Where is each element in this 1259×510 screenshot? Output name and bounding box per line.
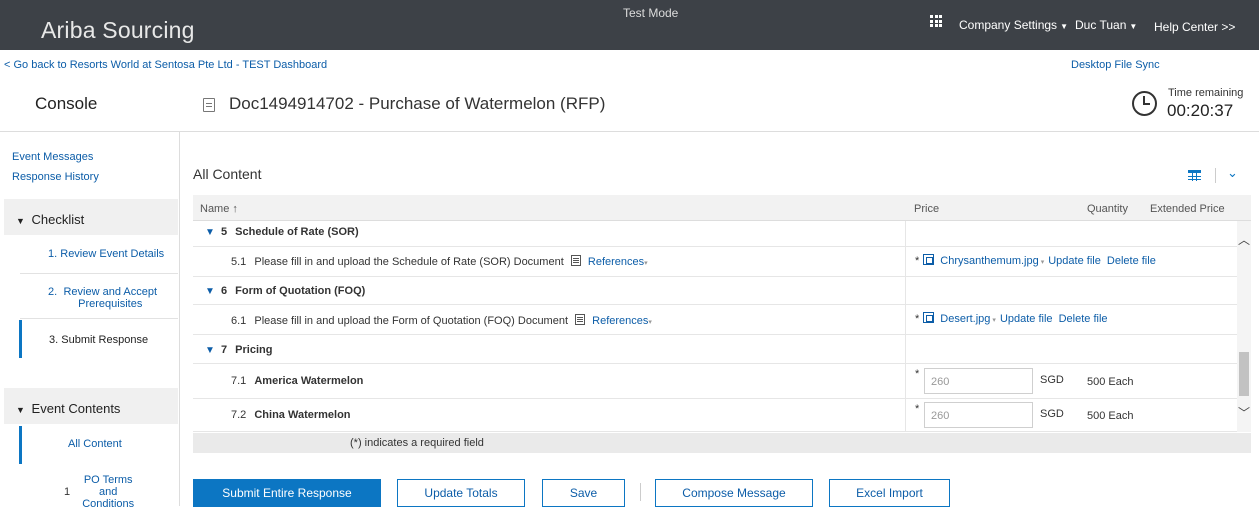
- currency-label: SGD: [1040, 374, 1064, 386]
- checklist-section-toggle[interactable]: ▼ Checklist: [4, 199, 178, 235]
- clock-icon: [1132, 91, 1157, 116]
- price-input[interactable]: 260: [924, 402, 1033, 428]
- top-bar: Ariba Sourcing Test Mode Company Setting…: [0, 0, 1259, 50]
- triangle-down-icon: ▼: [205, 286, 215, 297]
- section-title: All Content: [193, 166, 262, 182]
- update-totals-button[interactable]: Update Totals: [397, 479, 525, 507]
- help-center-link[interactable]: Help Center >>: [1154, 20, 1235, 34]
- required-marker: *: [915, 403, 920, 415]
- table-row: ▼ 7 Pricing: [193, 335, 1237, 364]
- required-field-note: (*) indicates a required field: [350, 437, 484, 449]
- divider: [640, 483, 641, 501]
- divider: [1215, 168, 1216, 183]
- table-row: 6.1 Please fill in and upload the Form o…: [193, 305, 1237, 335]
- chevron-down-icon: ▾: [644, 260, 648, 267]
- table-options-icon[interactable]: [1188, 170, 1201, 181]
- event-contents-section-toggle[interactable]: ▼ Event Contents: [4, 388, 178, 424]
- user-menu[interactable]: Duc Tuan ▼: [1075, 18, 1137, 32]
- attachment-cell: * Chrysanthemum.jpg ▾ Update file Delete fi…: [915, 254, 1156, 267]
- chevron-down-icon: ▾: [1040, 259, 1045, 266]
- triangle-down-icon: ▼: [205, 227, 215, 238]
- event-messages-link[interactable]: Event Messages: [12, 151, 93, 163]
- currency-label: SGD: [1040, 408, 1064, 420]
- time-remaining-label: Time remaining: [1168, 87, 1244, 99]
- column-header-extended-price[interactable]: Extended Price: [1150, 203, 1225, 215]
- attachment-icon: [923, 312, 935, 323]
- event-item-po-terms[interactable]: 1 PO Terms and Conditions: [20, 474, 178, 510]
- double-chevron-down-icon[interactable]: ⌄: [1227, 165, 1238, 181]
- header-divider: [0, 131, 1259, 132]
- required-marker: *: [915, 255, 920, 267]
- save-button[interactable]: Save: [542, 479, 625, 507]
- required-marker: *: [915, 368, 920, 380]
- table-row: 7.1 America Watermelon * 260 SGD 500 Eac…: [193, 364, 1237, 399]
- desktop-file-sync-link[interactable]: Desktop File Sync: [1071, 59, 1160, 71]
- attachment-cell: * Desert.jpg ▾ Update file Delete file: [915, 312, 1108, 325]
- chevron-down-icon: ▼: [1129, 22, 1138, 31]
- submit-entire-response-button[interactable]: Submit Entire Response: [193, 479, 381, 507]
- row-label: 6.1 Please fill in and upload the Form o…: [231, 314, 652, 327]
- checklist-item-review-event-details[interactable]: 1. Review Event Details: [20, 248, 178, 260]
- compose-message-button[interactable]: Compose Message: [655, 479, 813, 507]
- table-scrollbar[interactable]: [1237, 221, 1251, 432]
- attachment-icon: [923, 254, 935, 265]
- scroll-down-icon[interactable]: ﹀: [1238, 404, 1250, 421]
- triangle-down-icon: ▼: [205, 345, 215, 356]
- references-link[interactable]: References: [592, 315, 648, 327]
- section-row-label[interactable]: ▼ 6 Form of Quotation (FOQ): [205, 285, 365, 297]
- response-history-link[interactable]: Response History: [12, 171, 99, 183]
- update-file-link[interactable]: Update file: [1000, 313, 1053, 325]
- test-mode-label: Test Mode: [623, 6, 679, 20]
- chevron-down-icon: ▼: [1060, 22, 1068, 31]
- table-header: Name ↑ Price Quantity Extended Price: [193, 195, 1251, 221]
- delete-file-link[interactable]: Delete file: [1107, 255, 1156, 267]
- price-input[interactable]: 260: [924, 368, 1033, 394]
- table-row: 7.2 China Watermelon * 260 SGD 500 Each: [193, 399, 1237, 432]
- scroll-up-icon[interactable]: ︿: [1238, 231, 1250, 248]
- triangle-down-icon: ▼: [16, 216, 25, 226]
- page-title: Doc1494914702 - Purchase of Watermelon (…: [229, 94, 606, 113]
- table-row: 5.1 Please fill in and upload the Schedu…: [193, 247, 1237, 277]
- table-row: ▼ 5 Schedule of Rate (SOR): [193, 221, 1237, 247]
- row-label: 5.1 Please fill in and upload the Schedu…: [231, 255, 648, 268]
- app-brand: Ariba Sourcing: [41, 17, 195, 43]
- scrollbar-thumb[interactable]: [1239, 352, 1249, 396]
- event-item-all-content[interactable]: All Content: [19, 426, 177, 464]
- chevron-down-icon: ▾: [992, 317, 996, 324]
- quantity-value: 500 Each: [1087, 410, 1134, 422]
- document-icon: [203, 98, 215, 112]
- update-file-link[interactable]: Update file: [1048, 255, 1101, 267]
- app-grid-icon[interactable]: [930, 15, 942, 27]
- triangle-down-icon: ▼: [16, 405, 25, 415]
- references-link[interactable]: References: [588, 256, 644, 268]
- quantity-value: 500 Each: [1087, 376, 1134, 388]
- column-header-quantity[interactable]: Quantity: [1087, 203, 1128, 215]
- attachment-file-link[interactable]: Chrysanthemum.jpg: [940, 255, 1038, 267]
- column-header-price[interactable]: Price: [914, 203, 939, 215]
- required-marker: *: [915, 313, 920, 325]
- table-row: ▼ 6 Form of Quotation (FOQ): [193, 277, 1237, 305]
- section-row-label[interactable]: ▼ 7 Pricing: [205, 344, 272, 356]
- time-remaining-value: 00:20:37: [1167, 101, 1234, 120]
- checklist-item-review-prerequisites[interactable]: 2. Review and Accept Prerequisites: [20, 286, 178, 310]
- divider: [20, 273, 178, 274]
- delete-file-link[interactable]: Delete file: [1059, 313, 1108, 325]
- divider: [20, 318, 178, 319]
- document-icon[interactable]: [570, 255, 581, 266]
- excel-import-button[interactable]: Excel Import: [829, 479, 950, 507]
- row-label: 7.2 China Watermelon: [231, 409, 351, 421]
- section-row-label[interactable]: ▼ 5 Schedule of Rate (SOR): [205, 226, 359, 238]
- console-title: Console: [35, 94, 98, 113]
- back-to-dashboard-link[interactable]: < Go back to Resorts World at Sentosa Pt…: [4, 59, 327, 71]
- row-label: 7.1 America Watermelon: [231, 375, 364, 387]
- chevron-down-icon: ▾: [648, 319, 652, 326]
- checklist-item-submit-response[interactable]: 3. Submit Response: [19, 320, 177, 358]
- company-settings-menu[interactable]: Company Settings ▼: [959, 18, 1068, 32]
- document-icon[interactable]: [575, 314, 586, 325]
- column-header-name[interactable]: Name ↑: [200, 203, 238, 215]
- attachment-file-link[interactable]: Desert.jpg: [940, 313, 990, 325]
